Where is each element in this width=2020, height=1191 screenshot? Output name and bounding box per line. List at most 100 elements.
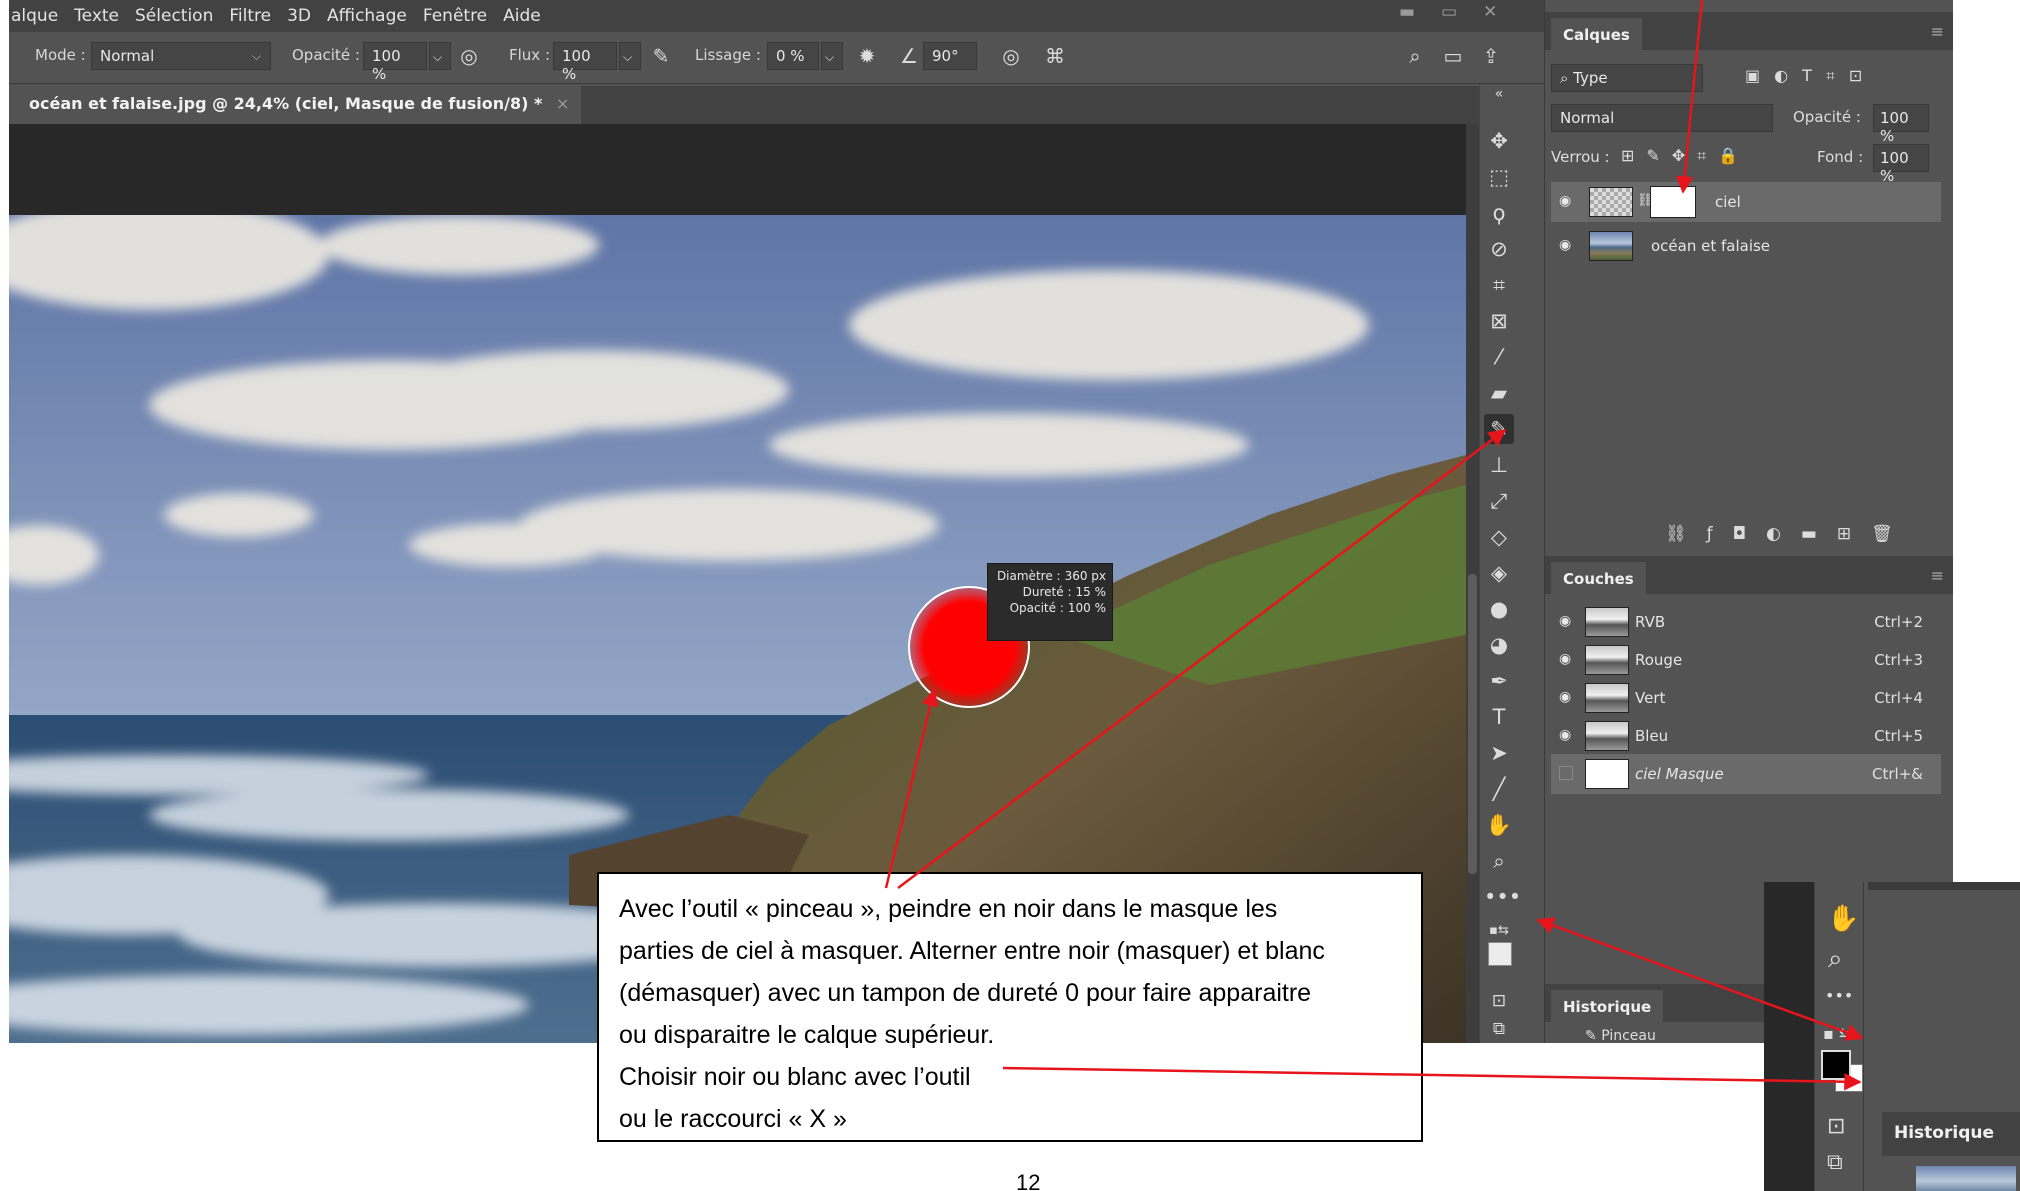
layer-row-ocean[interactable]: ◉ océan et falaise xyxy=(1551,226,1941,266)
minimize-icon[interactable]: ▬ xyxy=(1399,2,1415,22)
history-tab[interactable]: Historique xyxy=(1551,990,1664,1022)
stamp-tool-icon[interactable]: ⊥ xyxy=(1484,450,1514,480)
foreground-color-swatch[interactable] xyxy=(1488,942,1512,966)
move-tool-icon[interactable]: ✥ xyxy=(1484,126,1514,156)
smoothing-dropdown[interactable]: ⌵ xyxy=(821,42,843,70)
blend-mode-dropdown[interactable]: Normal xyxy=(1551,104,1773,132)
angle-field[interactable]: 90° xyxy=(923,42,977,70)
pressure-opacity-icon[interactable]: ◎ xyxy=(457,44,481,68)
foreground-color-swatch[interactable] xyxy=(1821,1050,1851,1080)
more-tools-icon[interactable]: ••• xyxy=(1825,986,1853,1005)
menu-affichage[interactable]: Affichage xyxy=(327,6,407,26)
layer-mask-thumbnail[interactable] xyxy=(1650,186,1696,218)
callout-line-5: Choisir noir ou blanc avec l’outil xyxy=(619,1063,971,1091)
layer-actions-bar[interactable]: ⛓ƒ◘◐▬⊞🗑 xyxy=(1665,524,1913,544)
vertical-scrollbar[interactable] xyxy=(1466,124,1479,1043)
zoom-tool-icon[interactable]: ⌕ xyxy=(1484,846,1514,876)
layers-panel-header: Calques ≡ xyxy=(1545,12,1953,50)
menu-calque[interactable]: alque xyxy=(11,6,58,26)
symmetry-icon[interactable]: ⌘ xyxy=(1043,44,1067,68)
panel-menu-icon[interactable]: ≡ xyxy=(1931,566,1944,585)
paint-bucket-tool-icon[interactable]: ◈ xyxy=(1484,558,1514,588)
menu-texte[interactable]: Texte xyxy=(74,6,119,26)
screen-mode-icon[interactable]: ⧉ xyxy=(1827,1150,1843,1175)
frame-tool-icon[interactable]: ⊠ xyxy=(1484,306,1514,336)
close-tab-icon[interactable]: × xyxy=(556,94,569,113)
quick-selection-tool-icon[interactable]: ⊘ xyxy=(1484,234,1514,264)
menu-aide[interactable]: Aide xyxy=(503,6,541,26)
layer-filter-dropdown[interactable]: ⌕ Type xyxy=(1551,64,1703,92)
visibility-toggle-empty[interactable] xyxy=(1559,766,1573,780)
eraser-tool-icon[interactable]: ◇ xyxy=(1484,522,1514,552)
menu-selection[interactable]: Sélection xyxy=(135,6,213,26)
collapse-icon[interactable]: « xyxy=(1484,84,1514,104)
line-tool-icon[interactable]: ╱ xyxy=(1484,774,1514,804)
channel-thumbnail xyxy=(1585,683,1629,713)
lasso-tool-icon[interactable]: ϙ xyxy=(1484,198,1514,228)
healing-brush-tool-icon[interactable]: ▰ xyxy=(1484,378,1514,408)
channels-panel-header: Couches ≡ xyxy=(1545,556,1953,594)
history-brush-tool-icon[interactable]: ⤢ xyxy=(1484,486,1514,516)
layer-row-ciel[interactable]: ◉ ⛓ ciel xyxy=(1551,182,1941,222)
workspace-icon[interactable]: ▭ xyxy=(1441,44,1465,68)
history-item[interactable]: ✎ Pinceau xyxy=(1585,1028,1656,1043)
lock-icons[interactable]: ⊞✎✥⌗🔒 xyxy=(1621,146,1750,166)
quick-mask-icon[interactable]: ⊡ xyxy=(1827,1114,1845,1139)
layers-tab[interactable]: Calques xyxy=(1551,18,1642,50)
visibility-eye-icon[interactable]: ◉ xyxy=(1559,237,1571,253)
channel-row-rvb[interactable]: ◉ RVB Ctrl+2 xyxy=(1551,602,1941,642)
quick-mask-icon[interactable]: ⊡ xyxy=(1484,986,1514,1016)
zoom-tool-icon[interactable]: ⌕ xyxy=(1828,944,1843,975)
airbrush-icon[interactable]: ✎ xyxy=(649,44,673,68)
visibility-eye-icon[interactable]: ◉ xyxy=(1559,689,1571,705)
channels-tab[interactable]: Couches xyxy=(1551,562,1646,594)
flow-field[interactable]: 100 % xyxy=(553,42,617,83)
document-tab[interactable]: océan et falaise.jpg @ 24,4% (ciel, Masq… xyxy=(9,86,582,124)
opacity-dropdown[interactable]: ⌵ xyxy=(429,42,451,70)
pen-tool-icon[interactable]: ✒ xyxy=(1484,666,1514,696)
channel-row-bleu[interactable]: ◉ Bleu Ctrl+5 xyxy=(1551,716,1941,756)
dodge-tool-icon[interactable]: ◕ xyxy=(1484,630,1514,660)
channel-row-rouge[interactable]: ◉ Rouge Ctrl+3 xyxy=(1551,640,1941,680)
mode-dropdown[interactable]: Normal ⌵ xyxy=(91,42,271,70)
channel-row-vert[interactable]: ◉ Vert Ctrl+4 xyxy=(1551,678,1941,718)
smoothing-field[interactable]: 0 % xyxy=(767,42,819,70)
share-icon[interactable]: ⇪ xyxy=(1479,44,1503,68)
panel-menu-icon[interactable]: ≡ xyxy=(1931,22,1944,41)
layer-opacity-field[interactable]: 100 % xyxy=(1873,104,1929,145)
flow-dropdown[interactable]: ⌵ xyxy=(619,42,641,70)
menu-filtre[interactable]: Filtre xyxy=(229,6,271,26)
close-window-icon[interactable]: ✕ xyxy=(1483,2,1497,22)
screen-mode-icon[interactable]: ⧉ xyxy=(1484,1014,1514,1043)
hand-tool-icon[interactable]: ✋ xyxy=(1484,810,1514,840)
path-selection-tool-icon[interactable]: ➤ xyxy=(1484,738,1514,768)
menu-3d[interactable]: 3D xyxy=(287,6,311,26)
swap-colors-icon[interactable]: ▪ ⇆ xyxy=(1823,1024,1852,1043)
menu-fenetre[interactable]: Fenêtre xyxy=(423,6,487,26)
brush-tool-icon[interactable]: ✎ xyxy=(1484,414,1514,444)
scrollbar-thumb[interactable] xyxy=(1468,574,1477,874)
hardness-label: Dureté : xyxy=(1022,585,1072,599)
opacity-field[interactable]: 100 % xyxy=(363,42,427,83)
channel-thumbnail xyxy=(1585,759,1629,789)
callout-line-1: Avec l’outil « pinceau », peindre en noi… xyxy=(619,895,1278,923)
fill-field[interactable]: 100 % xyxy=(1873,144,1929,185)
search-icon[interactable]: ⌕ xyxy=(1403,44,1427,68)
blur-tool-icon[interactable]: ● xyxy=(1484,594,1514,624)
visibility-eye-icon[interactable]: ◉ xyxy=(1559,651,1571,667)
visibility-eye-icon[interactable]: ◉ xyxy=(1559,727,1571,743)
pressure-size-icon[interactable]: ◎ xyxy=(999,44,1023,68)
gear-icon[interactable]: ✹ xyxy=(855,44,879,68)
layer-filter-icons[interactable]: ▣◐T⌗⊡ xyxy=(1745,66,1876,86)
type-tool-icon[interactable]: T xyxy=(1484,702,1514,732)
more-tools-icon[interactable]: ••• xyxy=(1484,882,1521,912)
maximize-icon[interactable]: ▭ xyxy=(1441,2,1457,22)
crop-tool-icon[interactable]: ⌗ xyxy=(1484,270,1514,300)
diameter-label: Diamètre : xyxy=(996,569,1061,583)
visibility-eye-icon[interactable]: ◉ xyxy=(1559,193,1571,209)
hand-tool-icon[interactable]: ✋ xyxy=(1827,904,1859,934)
marquee-tool-icon[interactable]: ⬚ xyxy=(1484,162,1514,192)
visibility-eye-icon[interactable]: ◉ xyxy=(1559,613,1571,629)
channel-row-mask[interactable]: ciel Masque Ctrl+& xyxy=(1551,754,1941,794)
eyedropper-tool-icon[interactable]: ⁄ xyxy=(1484,342,1514,372)
